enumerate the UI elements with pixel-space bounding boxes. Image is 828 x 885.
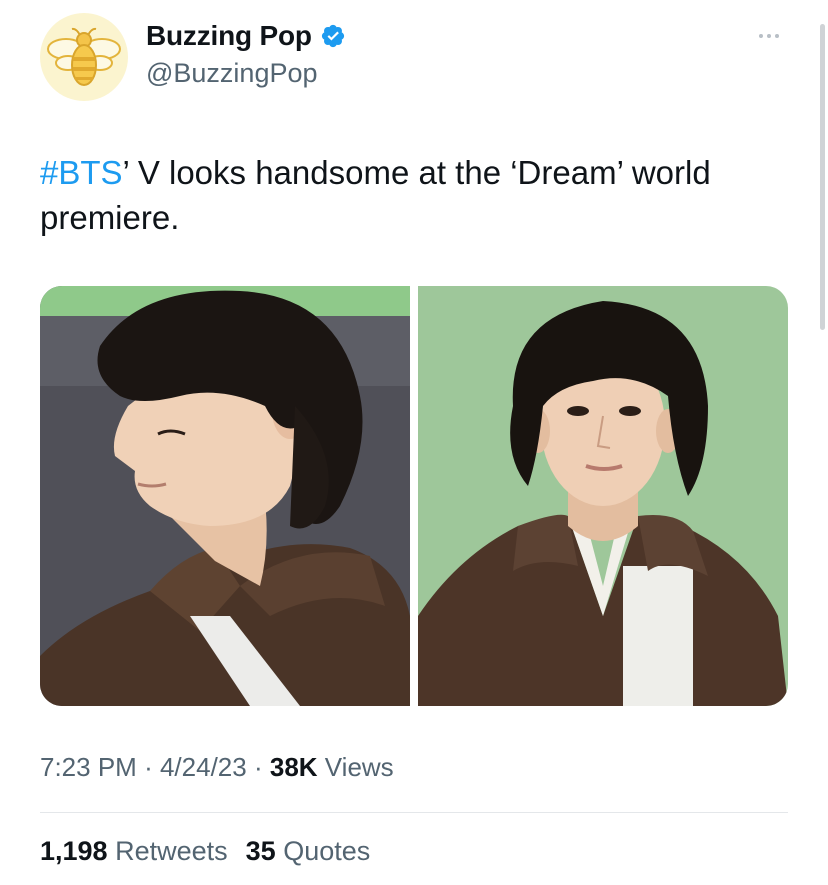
meta-separator: · <box>253 752 263 782</box>
views-label: Views <box>324 752 394 782</box>
media-photo-1[interactable] <box>40 286 410 706</box>
more-dot-icon <box>759 34 763 38</box>
retweets-stat[interactable]: 1,198 Retweets <box>40 836 228 867</box>
divider <box>40 812 788 813</box>
meta-separator: · <box>144 752 153 782</box>
engagement-stats: 1,198 Retweets 35 Quotes <box>40 836 370 867</box>
quotes-label: Quotes <box>283 836 371 866</box>
views-count: 38K <box>269 752 318 782</box>
more-options-button[interactable] <box>752 26 786 46</box>
more-dot-icon <box>775 34 779 38</box>
display-name[interactable]: Buzzing Pop <box>146 20 312 52</box>
avatar[interactable] <box>40 13 128 101</box>
tweet-meta: 7:23 PM · 4/24/23 · 38K Views <box>40 752 394 783</box>
more-dot-icon <box>767 34 771 38</box>
retweets-label: Retweets <box>115 836 228 866</box>
tweet-date[interactable]: 4/24/23 <box>160 752 247 782</box>
tweet-body: ’ V looks handsome at the ‘Dream’ world … <box>40 154 711 236</box>
quotes-count: 35 <box>245 836 276 866</box>
quotes-stat[interactable]: 35 Quotes <box>246 836 371 867</box>
hashtag-link[interactable]: #BTS <box>40 154 123 191</box>
photo-front-facing <box>418 286 788 706</box>
retweets-count: 1,198 <box>40 836 108 866</box>
tweet-time[interactable]: 7:23 PM <box>40 752 137 782</box>
tweet-text: #BTS’ V looks handsome at the ‘Dream’ wo… <box>40 150 790 240</box>
handle[interactable]: @BuzzingPop <box>146 58 318 89</box>
name-row: Buzzing Pop <box>146 20 346 52</box>
tweet-detail: Buzzing Pop @BuzzingPop #BTS’ V looks ha… <box>0 0 828 885</box>
scrollbar[interactable] <box>820 24 825 330</box>
verified-badge-icon <box>321 24 344 48</box>
bee-logo-icon <box>47 27 121 86</box>
media-grid <box>40 286 788 706</box>
photo-profile-left <box>40 286 410 706</box>
media-photo-2[interactable] <box>418 286 788 706</box>
